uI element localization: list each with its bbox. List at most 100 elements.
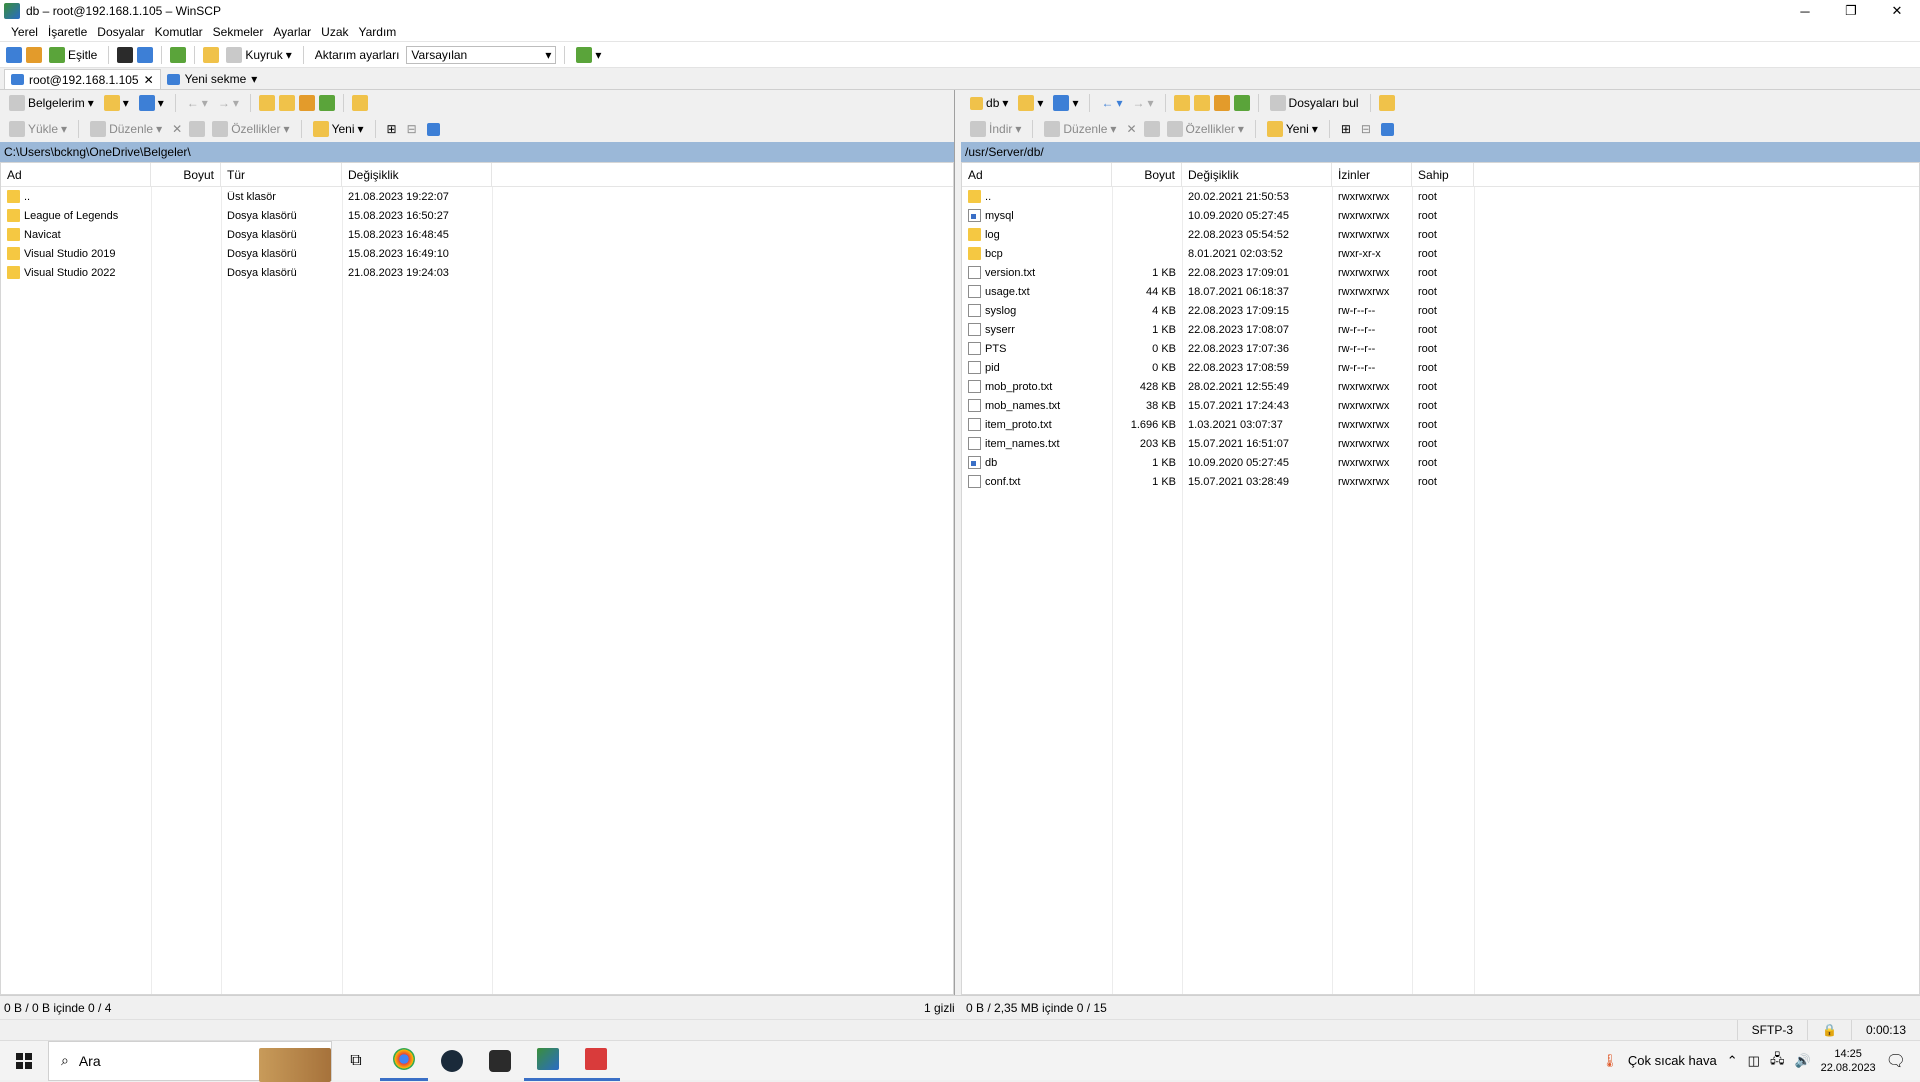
filter-select-button[interactable] — [424, 122, 443, 137]
compare-directories-icon[interactable] — [6, 46, 22, 63]
table-row[interactable]: syslog 4 KB 22.08.2023 17:09:15 rw-r--r-- ro… — [962, 301, 1919, 320]
table-row[interactable]: mysql 10.09.2020 05:27:45 rwxrwxrwx root — [962, 206, 1919, 225]
refresh-icon[interactable] — [318, 95, 335, 111]
open-directory-button[interactable]: ▾ — [101, 94, 132, 112]
table-row[interactable]: Visual Studio 2019 Dosya klasörü 15.08.202… — [1, 244, 953, 263]
volume-icon[interactable]: 🔊 — [1794, 1053, 1810, 1069]
terminal-icon[interactable] — [117, 46, 134, 63]
table-row[interactable]: item_names.txt 203 KB 15.07.2021 16:51:07 r… — [962, 434, 1919, 453]
properties-button[interactable]: Özellikler ▾ — [209, 120, 292, 138]
refresh-icon[interactable] — [170, 46, 187, 63]
taskbar-app-red[interactable] — [572, 1041, 620, 1081]
show-hidden-icons-icon[interactable]: ⌃ — [1727, 1053, 1738, 1069]
column-owner[interactable]: Sahip — [1412, 162, 1475, 187]
select-all-button[interactable]: ⊞ — [1338, 121, 1354, 137]
parent-directory-icon[interactable] — [1173, 95, 1190, 111]
table-row[interactable]: League of Legends Dosya klasörü 15.08.2023… — [1, 206, 953, 225]
upload-button[interactable]: Yükle ▾ — [6, 120, 70, 138]
home-icon[interactable] — [298, 95, 315, 111]
column-size[interactable]: Boyut — [151, 162, 221, 187]
column-name[interactable]: Ad — [1, 162, 151, 187]
delete-button[interactable]: ✕ — [169, 121, 185, 137]
table-row[interactable]: Visual Studio 2022 Dosya klasörü 21.08.202… — [1, 263, 953, 282]
rename-icon[interactable] — [189, 121, 206, 137]
network-icon[interactable]: 🖧 — [1770, 1050, 1785, 1072]
tab-close-icon[interactable]: ✕ — [144, 73, 154, 87]
hidden-files-status[interactable]: 1 gizli — [924, 1001, 955, 1015]
parent-directory-icon[interactable] — [258, 95, 275, 111]
table-row[interactable]: .. Üst klasör 21.08.2023 19:22:07 — [1, 187, 953, 206]
table-row[interactable]: Navicat Dosya klasörü 15.08.2023 16:48:45 — [1, 225, 953, 244]
properties-button[interactable]: Özellikler ▾ — [1164, 120, 1247, 138]
table-row[interactable]: usage.txt 44 KB 18.07.2021 06:18:37 rwxrwxr… — [962, 282, 1919, 301]
table-row[interactable]: PTS 0 KB 22.08.2023 17:07:36 rw-r--r-- root — [962, 339, 1919, 358]
camera-icon[interactable]: ◫ — [1748, 1053, 1760, 1069]
select-all-button[interactable]: ⊞ — [384, 121, 400, 137]
tab-root-session[interactable]: root@192.168.1.105 ✕ — [4, 69, 161, 89]
weather-text[interactable]: Çok sıcak hava — [1628, 1053, 1717, 1068]
open-directory-button[interactable]: ▾ — [1015, 94, 1046, 112]
column-modified[interactable]: Değişiklik — [1182, 162, 1333, 187]
rename-icon[interactable] — [1143, 121, 1160, 137]
taskbar-search[interactable]: ⌕ Ara — [48, 1040, 332, 1082]
edit-button[interactable]: Düzenle ▾ — [87, 120, 165, 138]
column-name[interactable]: Ad — [962, 162, 1113, 187]
menu-tabs[interactable]: Sekmeler — [208, 25, 269, 39]
synchronize-button[interactable]: Eşitle — [46, 46, 100, 64]
root-directory-icon[interactable] — [1193, 95, 1210, 111]
menu-files[interactable]: Dosyalar — [92, 25, 149, 39]
taskbar-league[interactable] — [428, 1041, 476, 1081]
remote-location-select[interactable]: db ▾ — [967, 95, 1011, 111]
back-button[interactable]: ← ▾ — [1098, 95, 1125, 111]
menu-mark[interactable]: İşaretle — [43, 25, 92, 39]
preferences-gear-icon[interactable] — [203, 46, 220, 63]
edit-button[interactable]: Düzenle ▾ — [1041, 120, 1119, 138]
back-button[interactable]: ← ▾ — [184, 95, 211, 111]
forward-button[interactable]: → ▾ — [1130, 95, 1157, 111]
task-view-button[interactable]: ⧉ — [332, 1041, 380, 1081]
table-row[interactable]: item_proto.txt 1.696 KB 1.03.2021 03:07:37… — [962, 415, 1919, 434]
table-row[interactable]: .. 20.02.2021 21:50:53 rwxrwxrwx root — [962, 187, 1919, 206]
synchronize-browsing-icon[interactable] — [26, 46, 42, 63]
local-path-bar[interactable]: C:\Users\bckng\OneDrive\Belgeler\ — [0, 142, 955, 162]
new-button[interactable]: Yeni ▾ — [310, 120, 367, 138]
notifications-icon[interactable]: 🗨 — [1886, 1051, 1906, 1071]
delete-button[interactable]: ✕ — [1123, 121, 1139, 137]
taskbar-chrome[interactable] — [380, 1041, 428, 1081]
download-button[interactable]: İndir ▾ — [967, 120, 1024, 138]
root-directory-icon[interactable] — [278, 95, 295, 111]
queue-button[interactable]: Kuyruk ▾ — [223, 46, 294, 64]
table-row[interactable]: db 1 KB 10.09.2020 05:27:45 rwxrwxrwx root — [962, 453, 1919, 472]
minimize-button[interactable]: ─ — [1782, 0, 1828, 22]
tree-icon[interactable] — [1378, 95, 1395, 111]
forward-button[interactable]: → ▾ — [215, 95, 242, 111]
menu-remote[interactable]: Uzak — [316, 25, 353, 39]
table-row[interactable]: pid 0 KB 22.08.2023 17:08:59 rw-r--r-- root — [962, 358, 1919, 377]
transfer-settings-select[interactable]: Varsayılan ▾ — [406, 45, 557, 64]
menu-options[interactable]: Ayarlar — [268, 25, 316, 39]
table-row[interactable]: conf.txt 1 KB 15.07.2021 03:28:49 rwxrwxrwx… — [962, 472, 1919, 491]
tab-new-session[interactable]: Yeni sekme ▾ — [161, 69, 264, 89]
restore-button[interactable]: ❐ — [1828, 0, 1874, 22]
menu-local[interactable]: Yerel — [6, 25, 43, 39]
table-row[interactable]: version.txt 1 KB 22.08.2023 17:09:01 rwxrwx… — [962, 263, 1919, 282]
column-size[interactable]: Boyut — [1112, 162, 1183, 187]
table-row[interactable]: bcp 8.01.2021 02:03:52 rwxr-xr-x root — [962, 244, 1919, 263]
local-location-select[interactable]: Belgelerim ▾ — [6, 94, 97, 112]
start-button[interactable] — [0, 1041, 48, 1081]
putty-icon[interactable] — [137, 46, 154, 63]
tree-icon[interactable] — [351, 95, 368, 111]
close-button[interactable]: ✕ — [1874, 0, 1920, 22]
taskbar-winscp[interactable] — [524, 1041, 572, 1081]
column-type[interactable]: Tür — [221, 162, 342, 187]
remote-file-list[interactable]: Ad Boyut Değişiklik İzinler Sahip .. 20.0… — [961, 162, 1920, 995]
taskbar-vanguard[interactable] — [476, 1041, 524, 1081]
new-button[interactable]: Yeni ▾ — [1264, 120, 1321, 138]
filter-button[interactable]: ▾ — [136, 94, 167, 112]
table-row[interactable]: log 22.08.2023 05:54:52 rwxrwxrwx root — [962, 225, 1919, 244]
clock[interactable]: 14:25 22.08.2023 — [1821, 1047, 1876, 1075]
home-icon[interactable] — [1213, 95, 1230, 111]
sessions-button[interactable]: ▾ — [573, 46, 604, 64]
table-row[interactable]: syserr 1 KB 22.08.2023 17:08:07 rw-r--r-- ro… — [962, 320, 1919, 339]
unselect-button[interactable]: ⊟ — [1358, 121, 1374, 137]
